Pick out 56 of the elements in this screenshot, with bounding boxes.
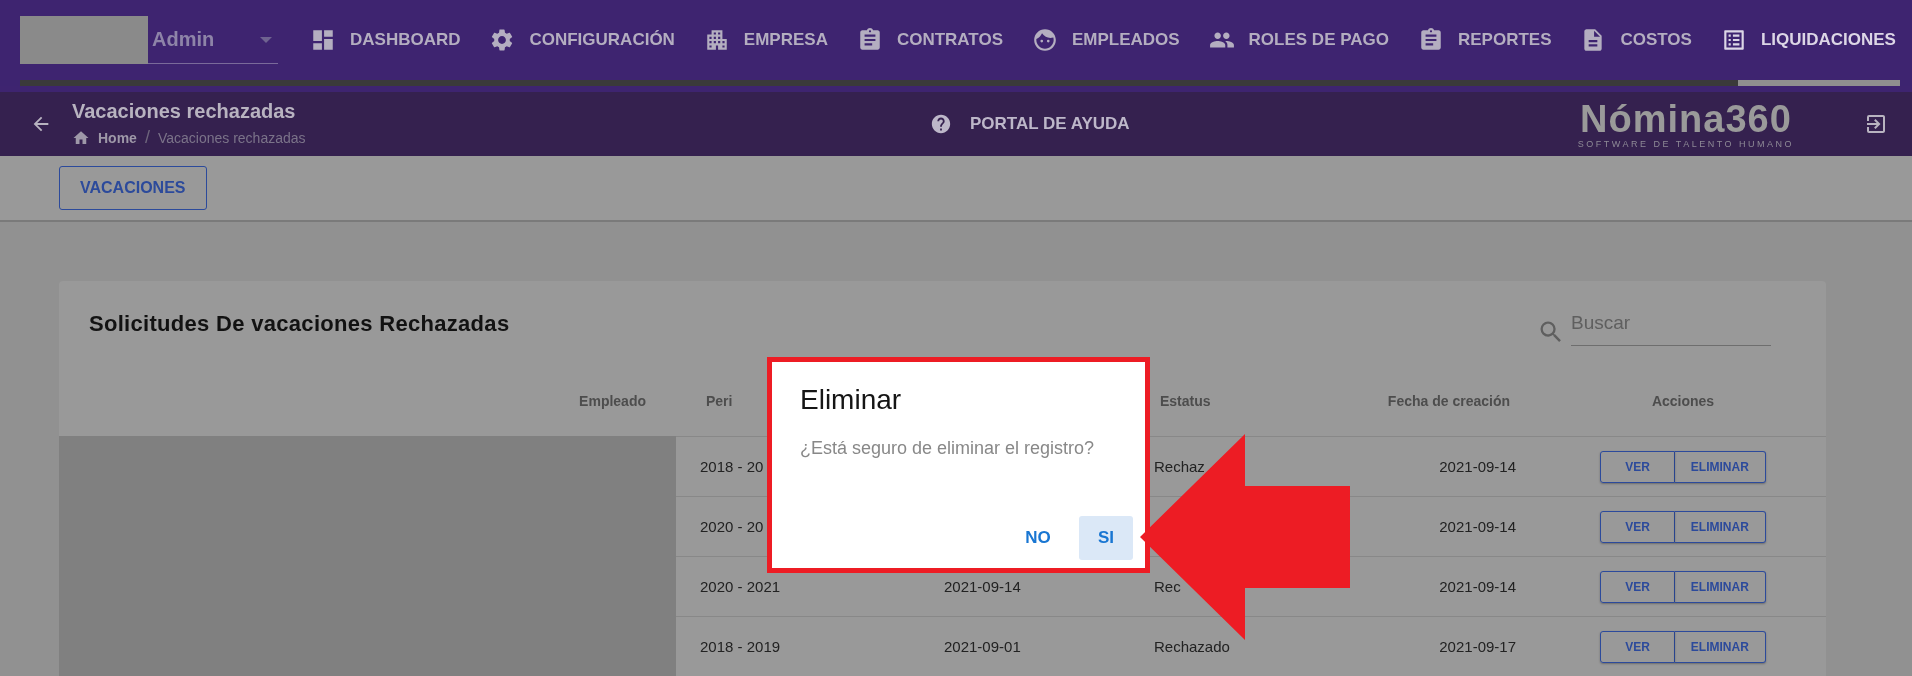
delete-button[interactable]: ELIMINAR <box>1674 630 1766 663</box>
column-header: Fecha de creación <box>1387 393 1510 409</box>
nav-link[interactable]: ROLES DE PAGO <box>1204 27 1393 53</box>
table-cell: 2018 - 20 <box>700 458 764 475</box>
table-cell: 2020 - 2021 <box>700 578 781 595</box>
logout-icon[interactable] <box>1864 112 1888 136</box>
delete-button[interactable]: ELIMINAR <box>1674 510 1766 543</box>
logo-name: Nómina360 <box>1580 99 1792 139</box>
table-cell: 2021-09-14 <box>944 578 1021 595</box>
search-input[interactable]: Buscar <box>1571 301 1771 346</box>
table-cell: 2021-09-17 <box>1439 638 1516 655</box>
column-header: Acciones <box>1651 393 1715 409</box>
breadcrumb-separator: / <box>144 127 150 148</box>
table-cell: 2020 - 20 <box>700 518 764 535</box>
breadcrumb-link[interactable]: Vacaciones rechazadas <box>157 129 306 146</box>
delete-button[interactable]: ELIMINAR <box>1674 450 1766 483</box>
column-header: Peri <box>706 393 733 409</box>
dialog-title: Eliminar <box>800 384 903 416</box>
breadcrumb-link[interactable]: Home <box>98 129 137 146</box>
vacations-button[interactable]: VACACIONES <box>59 166 207 210</box>
nav-link[interactable]: CONTRATOS <box>852 27 1007 53</box>
delete-button[interactable]: ELIMINAR <box>1674 570 1766 603</box>
nav-link[interactable]: LIQUIDACIONES <box>1716 27 1900 53</box>
card-title: Solicitudes De vacaciones Rechazadas <box>89 310 510 337</box>
table-cell: Rec <box>1154 578 1181 595</box>
nav-link[interactable]: DASHBOARD <box>306 27 465 53</box>
page-title: Vacaciones rechazadas <box>72 100 297 123</box>
nav-link[interactable]: CONFIGURACIÓN <box>485 27 679 53</box>
yes-button[interactable]: SI <box>1079 516 1133 560</box>
table-cell: 2021-09-01 <box>944 638 1021 655</box>
user-select[interactable]: Admin <box>20 16 278 64</box>
view-button[interactable]: VER <box>1600 510 1675 543</box>
caret-icon <box>260 36 272 43</box>
table-cell: 2021-09-14 <box>1439 518 1516 535</box>
column-header: Empleado <box>579 393 646 409</box>
help-portal-link[interactable]: PORTAL DE AYUDA <box>930 113 1130 135</box>
nav-link[interactable]: COSTOS <box>1576 27 1696 53</box>
nav-link[interactable]: REPORTES <box>1413 27 1556 53</box>
table-cell: 2021-09-14 <box>1439 458 1516 475</box>
table-cell: 2018 - 2019 <box>700 638 781 655</box>
face-icon <box>1031 27 1058 53</box>
no-button[interactable]: NO <box>1011 516 1065 560</box>
dialog-message: ¿Está seguro de eliminar el registro? <box>800 438 1096 459</box>
user-name: Admin <box>152 28 216 51</box>
view-button[interactable]: VER <box>1600 570 1675 603</box>
dashboard-icon <box>310 27 336 53</box>
logo-tagline: SOFTWARE DE TALENTO HUMANO <box>1577 139 1794 149</box>
help-icon <box>930 113 952 135</box>
table-cell: 2021-09-14 <box>1439 578 1516 595</box>
table-cell: Rechazado <box>1154 638 1230 655</box>
nav-link[interactable]: EMPLEADOS <box>1027 27 1184 53</box>
view-button[interactable]: VER <box>1600 450 1675 483</box>
view-button[interactable]: VER <box>1600 630 1675 663</box>
column-header: Estatus <box>1160 393 1211 409</box>
table-cell: Rechaz <box>1154 458 1205 475</box>
nav-link[interactable]: EMPRESA <box>699 27 832 53</box>
